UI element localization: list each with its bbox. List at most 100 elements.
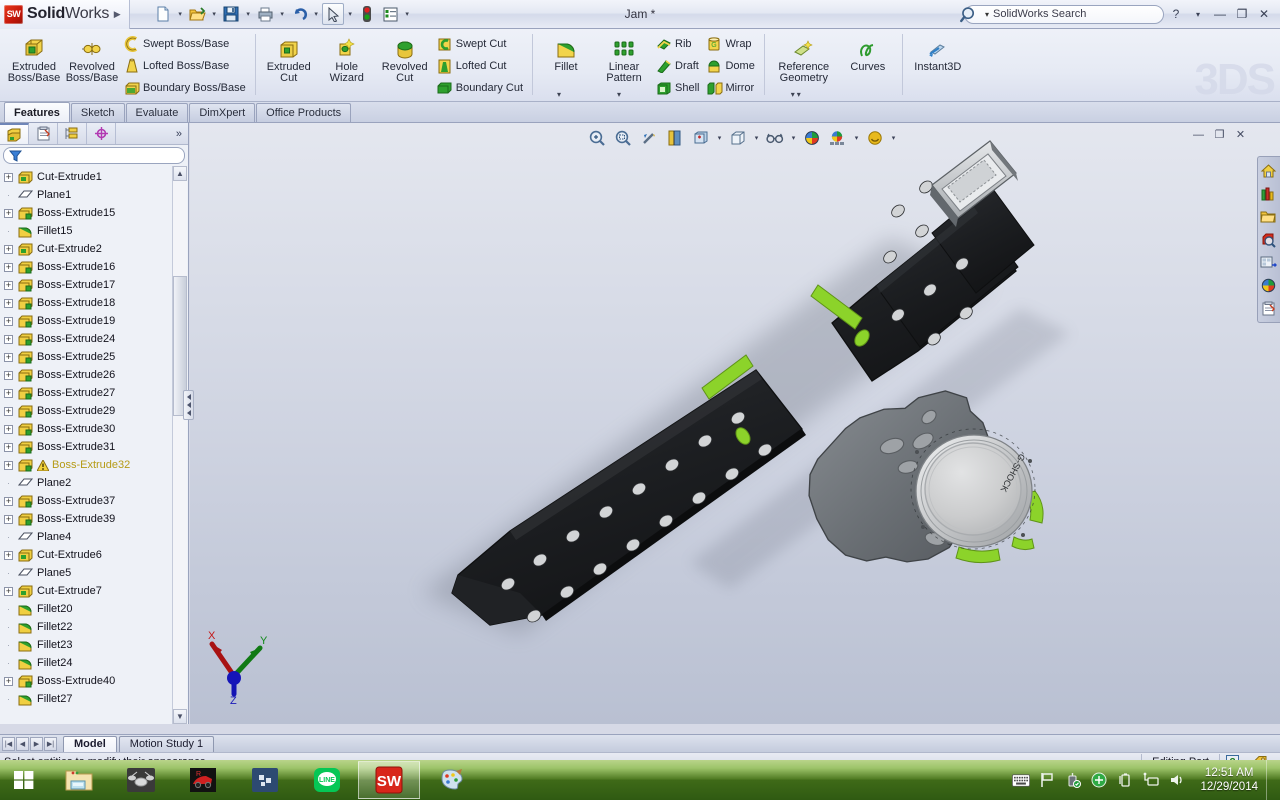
instant3d-button[interactable]: Instant3D xyxy=(907,31,969,73)
search-input[interactable]: ▾ SolidWorks Search xyxy=(960,4,1164,24)
linear-pattern-button[interactable]: Linear Pattern ▾ xyxy=(595,31,653,99)
dimxpert-manager-tab[interactable] xyxy=(87,123,116,144)
swept-cut-button[interactable]: Swept Cut xyxy=(434,33,527,55)
drums-app-taskbar-item[interactable] xyxy=(110,761,172,799)
minimize-button[interactable]: — xyxy=(1210,4,1230,24)
green-shield-icon[interactable] xyxy=(1090,771,1108,789)
line-taskbar-item[interactable]: LINE xyxy=(296,761,358,799)
feature-tree-item[interactable]: + Boss-Extrude17 xyxy=(0,276,170,294)
expand-toggle-icon[interactable]: + xyxy=(4,460,13,470)
lofted-boss-base-button[interactable]: Lofted Boss/Base xyxy=(121,55,250,77)
fillet-caret-icon[interactable]: ▾ xyxy=(552,89,566,100)
extruded-boss-base-button[interactable]: Extruded Boss/Base xyxy=(5,31,63,84)
revolved-cut-button[interactable]: Revolved Cut xyxy=(376,31,434,84)
print-document-button[interactable] xyxy=(254,3,276,25)
tab-dimxpert[interactable]: DimXpert xyxy=(189,103,256,122)
expand-toggle-icon[interactable]: + xyxy=(4,550,13,560)
scroll-up-button[interactable]: ▲ xyxy=(173,166,187,181)
feature-tree-item[interactable]: · Fillet20 xyxy=(0,600,170,618)
feature-tree-item[interactable]: · Plane4 xyxy=(0,528,170,546)
new-document-caret-icon[interactable]: ▾ xyxy=(175,10,185,18)
expand-toggle-icon[interactable]: + xyxy=(4,370,13,380)
feature-tree-item[interactable]: · Fillet15 xyxy=(0,222,170,240)
boundary-cut-button[interactable]: Boundary Cut xyxy=(434,77,527,99)
last-tab-button[interactable]: ▶| xyxy=(44,736,57,751)
flag-action-center-icon[interactable] xyxy=(1038,771,1056,789)
feature-tree-item[interactable]: + Boss-Extrude39 xyxy=(0,510,170,528)
feature-tree-item[interactable]: + Boss-Extrude25 xyxy=(0,348,170,366)
feature-tree-item[interactable]: · Fillet22 xyxy=(0,618,170,636)
feature-tree-item[interactable]: + Boss-Extrude24 xyxy=(0,330,170,348)
expand-toggle-icon[interactable]: + xyxy=(4,406,13,416)
options-caret-icon[interactable]: ▾ xyxy=(402,10,412,18)
menu-expand-arrow-icon[interactable]: ▶ xyxy=(109,9,125,20)
feature-tree-item[interactable]: + Cut-Extrude1 xyxy=(0,168,170,186)
blue-app-taskbar-item[interactable] xyxy=(234,761,296,799)
expand-toggle-icon[interactable]: + xyxy=(4,586,13,596)
tab-features[interactable]: Features xyxy=(4,102,70,122)
hole-wizard-button[interactable]: Hole Wizard xyxy=(318,31,376,84)
expand-toggle-icon[interactable]: + xyxy=(4,244,13,254)
close-button[interactable]: ✕ xyxy=(1254,4,1274,24)
print-document-caret-icon[interactable]: ▾ xyxy=(277,10,287,18)
help-caret-icon[interactable]: ▾ xyxy=(1188,4,1208,24)
feature-tree-item[interactable]: + Boss-Extrude30 xyxy=(0,420,170,438)
open-document-caret-icon[interactable]: ▾ xyxy=(209,10,219,18)
rib-button[interactable]: Rib xyxy=(653,33,703,55)
media-app-taskbar-item[interactable]: R xyxy=(172,761,234,799)
feature-tree-item[interactable]: + Boss-Extrude15 xyxy=(0,204,170,222)
expand-toggle-icon[interactable]: + xyxy=(4,676,13,686)
dome-button[interactable]: Dome xyxy=(703,55,758,77)
paint-taskbar-item[interactable] xyxy=(420,761,482,799)
options-button[interactable] xyxy=(379,3,401,25)
revolved-boss-base-button[interactable]: Revolved Boss/Base xyxy=(63,31,121,84)
volume-icon[interactable] xyxy=(1168,771,1186,789)
tab-sketch[interactable]: Sketch xyxy=(70,103,125,122)
panel-more-tabs-button[interactable]: » xyxy=(176,128,188,140)
feature-tree-item[interactable]: + Cut-Extrude2 xyxy=(0,240,170,258)
expand-toggle-icon[interactable]: + xyxy=(4,352,13,362)
draft-button[interactable]: Draft xyxy=(653,55,703,77)
taskbar-clock[interactable]: 12:51 AM 12/29/2014 xyxy=(1194,766,1258,794)
save-document-button[interactable] xyxy=(220,3,242,25)
motion-study-tab[interactable]: Motion Study 1 xyxy=(118,735,215,752)
expand-toggle-icon[interactable]: + xyxy=(4,496,13,506)
feature-tree-item[interactable]: + Boss-Extrude26 xyxy=(0,366,170,384)
feature-tree-item[interactable]: · Plane2 xyxy=(0,474,170,492)
feature-tree-item[interactable]: + Boss-Extrude18 xyxy=(0,294,170,312)
solidworks-logo[interactable]: SolidWorks ▶ xyxy=(0,0,131,29)
previous-tab-button[interactable]: ◀ xyxy=(16,736,29,751)
feature-tree-item[interactable]: + Boss-Extrude27 xyxy=(0,384,170,402)
network-icon[interactable] xyxy=(1142,771,1160,789)
shell-button[interactable]: Shell xyxy=(653,77,703,99)
first-tab-button[interactable]: |◀ xyxy=(2,736,15,751)
feature-tree-item[interactable]: · Fillet27 xyxy=(0,690,170,708)
expand-toggle-icon[interactable]: + xyxy=(4,424,13,434)
wrap-button[interactable]: G Wrap xyxy=(703,33,758,55)
curves-caret-icon[interactable]: ▾ xyxy=(786,89,800,100)
reference-geometry-button[interactable]: Reference Geometry ▾ xyxy=(769,31,839,99)
expand-toggle-icon[interactable]: + xyxy=(4,316,13,326)
linear-pattern-caret-icon[interactable]: ▾ xyxy=(612,89,626,100)
battery-icon[interactable] xyxy=(1116,771,1134,789)
tab-office-products[interactable]: Office Products xyxy=(256,103,352,122)
lofted-cut-button[interactable]: Lofted Cut xyxy=(434,55,527,77)
tab-evaluate[interactable]: Evaluate xyxy=(125,103,189,122)
feature-tree-scrollbar[interactable]: ▲ ▼ xyxy=(172,166,187,724)
swept-boss-base-button[interactable]: Swept Boss/Base xyxy=(121,33,250,55)
graphics-viewport[interactable]: ▾ ▾ ▾ ▾ ▾ — ❐ ✕ G-SHOCK X Y Z xyxy=(190,123,1280,724)
new-document-button[interactable] xyxy=(152,3,174,25)
feature-tree-item[interactable]: + Boss-Extrude40 xyxy=(0,672,170,690)
expand-toggle-icon[interactable]: + xyxy=(4,280,13,290)
expand-toggle-icon[interactable]: + xyxy=(4,262,13,272)
scroll-down-button[interactable]: ▼ xyxy=(173,709,187,724)
feature-tree-item[interactable]: · Fillet23 xyxy=(0,636,170,654)
feature-tree-item[interactable]: + Boss-Extrude37 xyxy=(0,492,170,510)
expand-toggle-icon[interactable]: + xyxy=(4,298,13,308)
file-explorer-taskbar-item[interactable] xyxy=(48,761,110,799)
feature-tree-item[interactable]: + Cut-Extrude7 xyxy=(0,582,170,600)
select-tool-button[interactable] xyxy=(322,3,345,25)
undo-caret-icon[interactable]: ▾ xyxy=(311,10,321,18)
model-tab[interactable]: Model xyxy=(63,735,117,752)
feature-tree-item[interactable]: + Boss-Extrude31 xyxy=(0,438,170,456)
